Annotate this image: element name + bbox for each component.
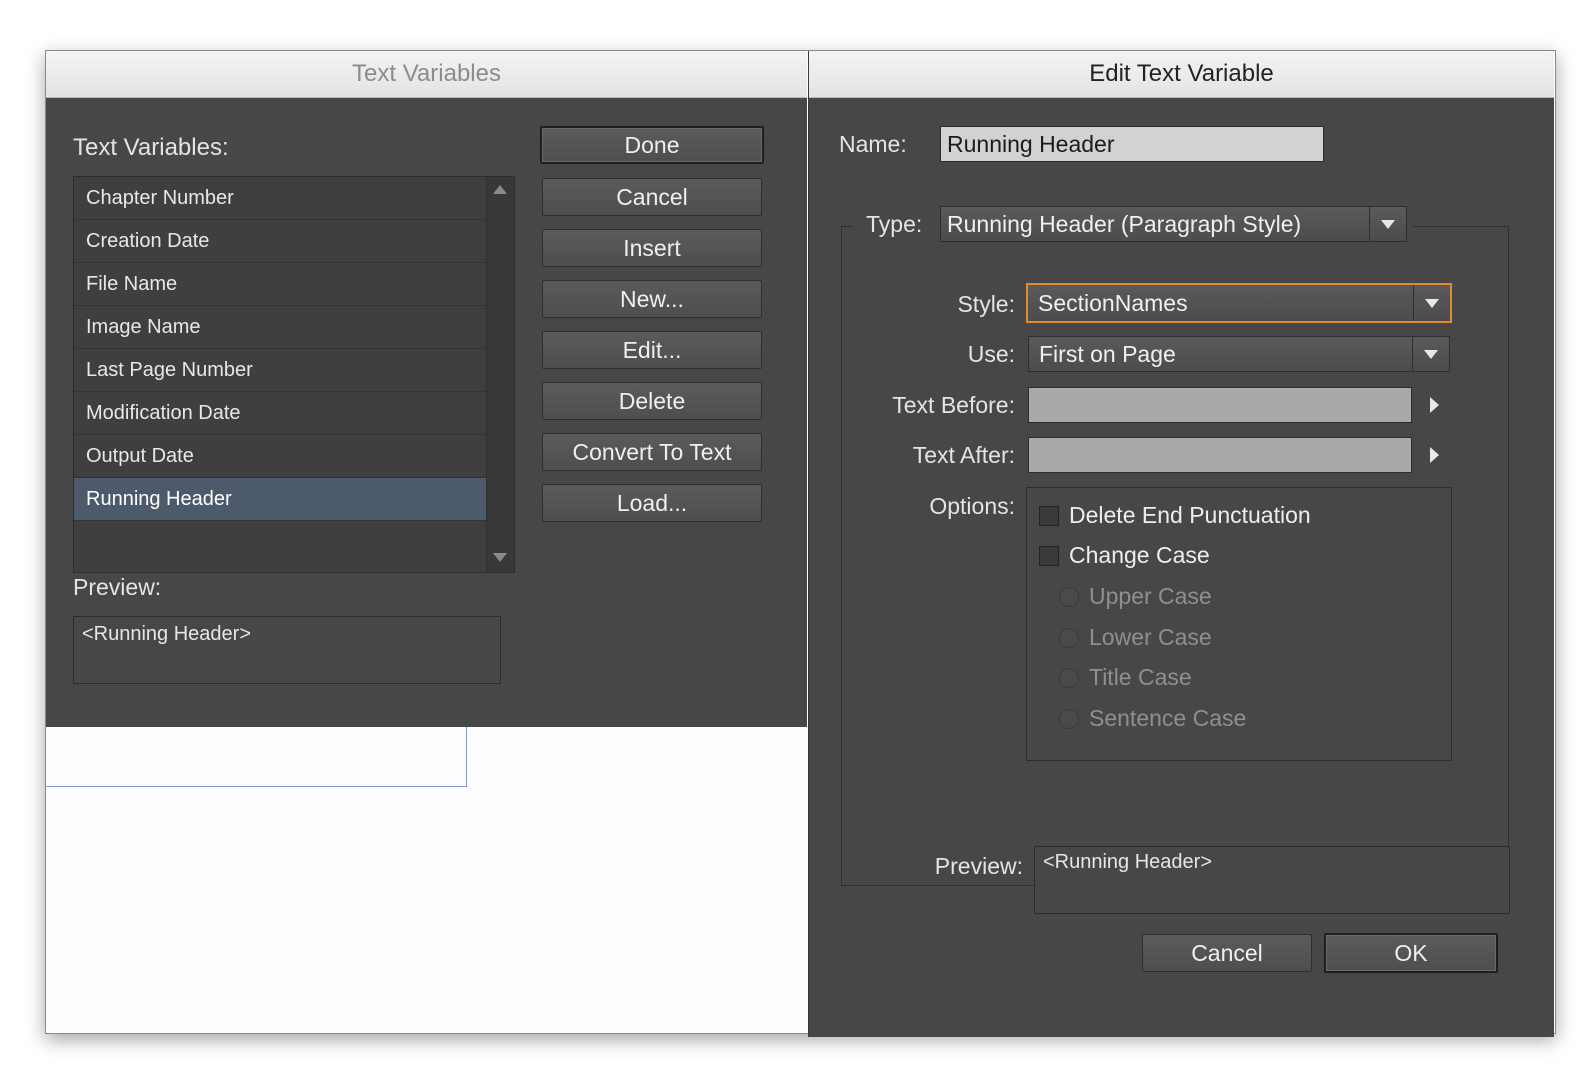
edit-text-variable-dialog: Edit Text Variable Name: Running Header … bbox=[808, 51, 1554, 1037]
style-dropdown[interactable]: SectionNames bbox=[1026, 283, 1452, 323]
delete-end-punctuation-label[interactable]: Delete End Punctuation bbox=[1069, 502, 1311, 529]
edit-dialog-title: Edit Text Variable bbox=[809, 51, 1554, 98]
load-button[interactable]: Load... bbox=[542, 484, 762, 522]
sentence-case-radio bbox=[1059, 709, 1079, 729]
list-item-selected[interactable]: Running Header bbox=[74, 478, 486, 521]
edit-button[interactable]: Edit... bbox=[542, 331, 762, 369]
scroll-up-arrow-icon[interactable] bbox=[493, 185, 507, 194]
list-item[interactable]: Chapter Number bbox=[74, 177, 486, 220]
edit-preview-label: Preview: bbox=[934, 853, 1023, 879]
change-case-checkbox[interactable] bbox=[1039, 546, 1059, 566]
edit-cancel-button[interactable]: Cancel bbox=[1142, 934, 1312, 972]
style-label: Style: bbox=[957, 291, 1015, 317]
use-value: First on Page bbox=[1039, 340, 1176, 367]
preview-label: Preview: bbox=[73, 574, 162, 600]
list-item[interactable]: Last Page Number bbox=[74, 349, 486, 392]
type-label: Type: bbox=[866, 211, 923, 237]
delete-end-punctuation-checkbox[interactable] bbox=[1039, 506, 1059, 526]
list-item[interactable]: Modification Date bbox=[74, 392, 486, 435]
delete-button[interactable]: Delete bbox=[542, 382, 762, 420]
type-dropdown[interactable]: Running Header (Paragraph Style) bbox=[940, 206, 1407, 242]
title-case-radio bbox=[1059, 668, 1079, 688]
lower-case-label: Lower Case bbox=[1089, 624, 1212, 650]
convert-to-text-button[interactable]: Convert To Text bbox=[542, 433, 762, 471]
scroll-down-arrow-icon[interactable] bbox=[493, 553, 507, 562]
list-item[interactable]: Output Date bbox=[74, 435, 486, 478]
change-case-label[interactable]: Change Case bbox=[1069, 542, 1210, 569]
text-after-label: Text After: bbox=[912, 442, 1015, 468]
text-before-menu-arrow-icon[interactable] bbox=[1430, 397, 1439, 413]
upper-case-label: Upper Case bbox=[1089, 583, 1212, 609]
text-before-input[interactable] bbox=[1028, 387, 1412, 423]
edit-preview-box: <Running Header> bbox=[1034, 846, 1510, 914]
type-value: Running Header (Paragraph Style) bbox=[947, 210, 1302, 237]
chevron-down-icon[interactable] bbox=[1369, 207, 1406, 241]
title-case-label: Title Case bbox=[1089, 664, 1192, 690]
list-item[interactable]: Creation Date bbox=[74, 220, 486, 263]
use-dropdown[interactable]: First on Page bbox=[1028, 336, 1450, 372]
upper-case-radio bbox=[1059, 587, 1079, 607]
use-label: Use: bbox=[967, 341, 1015, 367]
options-label: Options: bbox=[929, 493, 1015, 519]
list-item[interactable]: Image Name bbox=[74, 306, 486, 349]
cancel-button[interactable]: Cancel bbox=[542, 178, 762, 216]
list-scrollbar[interactable] bbox=[486, 177, 514, 572]
name-input[interactable]: Running Header bbox=[940, 126, 1324, 162]
new-button[interactable]: New... bbox=[542, 280, 762, 318]
ok-button[interactable]: OK bbox=[1324, 933, 1498, 973]
preview-box: <Running Header> bbox=[73, 616, 501, 684]
name-label: Name: bbox=[839, 131, 907, 157]
chevron-down-icon[interactable] bbox=[1413, 285, 1450, 321]
text-after-menu-arrow-icon[interactable] bbox=[1430, 447, 1439, 463]
list-item[interactable]: File Name bbox=[74, 263, 486, 306]
text-variables-list[interactable]: Chapter Number Creation Date File Name I… bbox=[73, 176, 515, 573]
text-after-input[interactable] bbox=[1028, 437, 1412, 473]
lower-case-radio bbox=[1059, 628, 1079, 648]
style-value: SectionNames bbox=[1038, 289, 1188, 316]
document-text-frame bbox=[46, 720, 467, 787]
text-before-label: Text Before: bbox=[892, 392, 1015, 418]
sentence-case-label: Sentence Case bbox=[1089, 705, 1247, 731]
chevron-down-icon[interactable] bbox=[1412, 337, 1449, 371]
text-variables-dialog: Text Variables Text Variables: Chapter N… bbox=[46, 51, 807, 727]
done-button[interactable]: Done bbox=[540, 126, 764, 164]
text-variables-title: Text Variables bbox=[46, 51, 807, 98]
text-variables-list-label: Text Variables: bbox=[73, 134, 229, 161]
insert-button[interactable]: Insert bbox=[542, 229, 762, 267]
